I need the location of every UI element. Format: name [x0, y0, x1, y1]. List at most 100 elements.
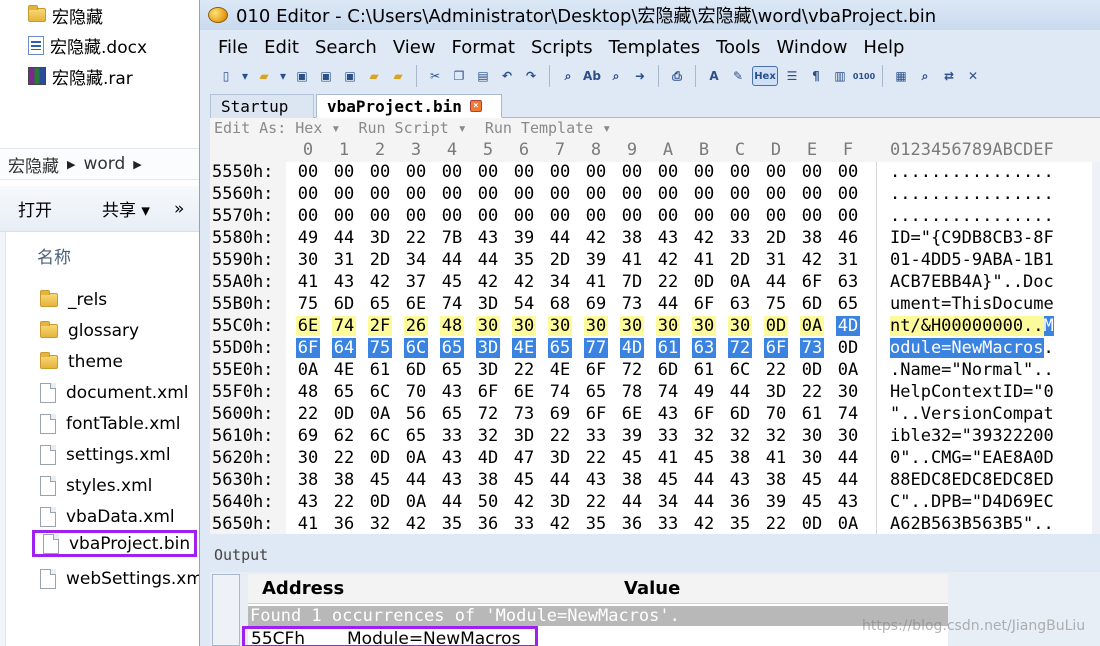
hex-byte[interactable]: 00: [404, 184, 428, 204]
share-button[interactable]: 共享 ▾: [102, 196, 150, 221]
hex-byte[interactable]: 0A: [728, 272, 752, 292]
hex-byte[interactable]: 32: [692, 426, 716, 446]
hex-row[interactable]: 5580h: 49 44 3D 22 7B 43 39 44 42 38 43 42 33 2D 38 46 ID…: [210, 228, 1092, 250]
hex-byte[interactable]: 44: [620, 492, 644, 512]
hex-byte[interactable]: 61: [368, 360, 392, 380]
hex-byte[interactable]: 56: [404, 404, 428, 424]
menu-scripts[interactable]: Scripts: [523, 37, 601, 58]
hex-byte[interactable]: 43: [836, 492, 860, 512]
hex-byte[interactable]: 45: [440, 272, 464, 292]
hex-byte[interactable]: 61: [692, 360, 716, 380]
hex-byte[interactable]: 00: [332, 162, 356, 182]
hex-byte[interactable]: 41: [764, 448, 788, 468]
hex-byte[interactable]: 00: [584, 162, 608, 182]
hex-byte[interactable]: 22: [332, 492, 356, 512]
hex-byte[interactable]: 0A: [800, 316, 824, 336]
hex-byte[interactable]: 73: [800, 338, 824, 358]
compare-icon[interactable]: ⇄: [939, 66, 959, 86]
paste-icon[interactable]: ▤: [473, 66, 493, 86]
hex-byte[interactable]: 00: [728, 162, 752, 182]
hex-byte[interactable]: 43: [332, 272, 356, 292]
hex-byte[interactable]: 00: [512, 162, 536, 182]
hex-byte[interactable]: 6F: [584, 404, 608, 424]
hex-ascii[interactable]: nt/&H00000000..M: [890, 316, 1054, 336]
hex-byte[interactable]: 35: [440, 514, 464, 534]
hex-byte[interactable]: 30: [476, 316, 500, 336]
hex-byte[interactable]: 33: [656, 426, 680, 446]
hex-byte[interactable]: 33: [728, 228, 752, 248]
hex-byte[interactable]: 00: [656, 162, 680, 182]
hex-byte[interactable]: 70: [764, 404, 788, 424]
hex-byte[interactable]: 72: [620, 360, 644, 380]
hex-byte[interactable]: 41: [296, 272, 320, 292]
hex-byte[interactable]: 00: [728, 184, 752, 204]
hex-byte[interactable]: 44: [836, 448, 860, 468]
hex-ascii[interactable]: A62B563B563B5"..: [890, 514, 1054, 534]
hex-byte[interactable]: 50: [476, 492, 500, 512]
list-item[interactable]: theme: [40, 348, 123, 375]
hex-byte[interactable]: 39: [764, 492, 788, 512]
hex-byte[interactable]: 75: [368, 338, 392, 358]
hex-byte[interactable]: 77: [584, 338, 608, 358]
hex-byte[interactable]: 6D: [404, 360, 428, 380]
hex-byte[interactable]: 69: [548, 404, 572, 424]
hex-byte[interactable]: 44: [764, 272, 788, 292]
hex-byte[interactable]: 42: [512, 492, 536, 512]
hex-byte[interactable]: 44: [692, 492, 716, 512]
hex-byte[interactable]: 4E: [512, 338, 536, 358]
hex-byte[interactable]: 00: [836, 162, 860, 182]
breadcrumb-item[interactable]: word: [83, 154, 125, 174]
hex-byte[interactable]: 36: [620, 514, 644, 534]
hex-byte[interactable]: 32: [476, 426, 500, 446]
hex-byte[interactable]: 44: [476, 250, 500, 270]
hex-byte[interactable]: 30: [800, 426, 824, 446]
hex-byte[interactable]: 65: [548, 338, 572, 358]
hex-byte[interactable]: 43: [440, 382, 464, 402]
hex-byte[interactable]: 42: [476, 272, 500, 292]
hex-byte[interactable]: 30: [620, 316, 644, 336]
hex-byte[interactable]: 30: [836, 382, 860, 402]
hex-byte[interactable]: 73: [512, 404, 536, 424]
hex-byte[interactable]: 22: [548, 426, 572, 446]
hex-byte[interactable]: 0D: [692, 272, 716, 292]
hex-byte[interactable]: 00: [764, 162, 788, 182]
hex-byte[interactable]: 38: [800, 228, 824, 248]
menu-tools[interactable]: Tools: [708, 37, 768, 58]
hex-byte[interactable]: 68: [548, 294, 572, 314]
hex-row[interactable]: 5560h: 00 00 00 00 00 00 00 00 00 00 00 00 00 00 00 00..…: [210, 184, 1092, 206]
hex-byte[interactable]: 6F: [692, 294, 716, 314]
hex-byte[interactable]: 38: [764, 470, 788, 490]
hex-byte[interactable]: 41: [584, 272, 608, 292]
hex-byte[interactable]: 0D: [368, 492, 392, 512]
hex-byte[interactable]: 00: [296, 184, 320, 204]
hex-byte[interactable]: 61: [800, 404, 824, 424]
copy-icon[interactable]: ❐: [449, 66, 469, 86]
hex-byte[interactable]: 00: [332, 206, 356, 226]
hex-byte[interactable]: 00: [692, 162, 716, 182]
hex-byte[interactable]: 48: [440, 316, 464, 336]
hex-byte[interactable]: 74: [440, 294, 464, 314]
hex-byte[interactable]: 00: [620, 162, 644, 182]
hex-byte[interactable]: 00: [620, 206, 644, 226]
hex-byte[interactable]: 6E: [620, 404, 644, 424]
hex-byte[interactable]: 78: [620, 382, 644, 402]
hex-byte[interactable]: 45: [800, 470, 824, 490]
hex-byte[interactable]: 39: [512, 228, 536, 248]
hex-byte[interactable]: 75: [764, 294, 788, 314]
hex-byte[interactable]: 0D: [800, 514, 824, 534]
hex-row[interactable]: 5550h: 00 00 00 00 00 00 00 00 00 00 00 00 00 00 00 00..…: [210, 162, 1092, 184]
hex-byte[interactable]: 65: [584, 382, 608, 402]
hex-ascii[interactable]: C"..DPB="D4D69EC: [890, 492, 1054, 512]
hex-byte[interactable]: 6E: [512, 382, 536, 402]
hex-byte[interactable]: 31: [764, 250, 788, 270]
hex-byte[interactable]: 33: [656, 514, 680, 534]
hex-byte[interactable]: 22: [764, 360, 788, 380]
hex-byte[interactable]: 31: [332, 250, 356, 270]
hex-byte[interactable]: 22: [764, 514, 788, 534]
hex-ascii[interactable]: .Name="Normal"..: [890, 360, 1054, 380]
hex-byte[interactable]: 00: [584, 206, 608, 226]
save-all-icon[interactable]: ▣: [340, 66, 360, 86]
hex-byte[interactable]: 38: [728, 448, 752, 468]
find-in-files-icon[interactable]: ⌕: [606, 66, 626, 86]
menu-format[interactable]: Format: [444, 37, 523, 58]
